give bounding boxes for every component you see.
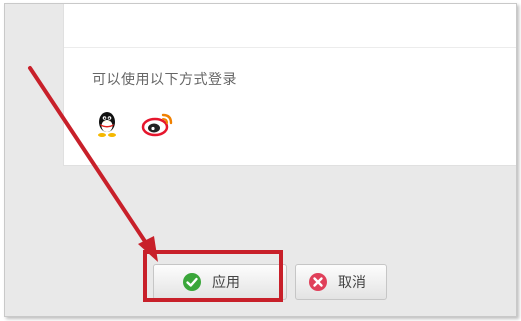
cancel-button-label: 取消 <box>338 275 366 291</box>
close-circle-icon <box>309 273 327 291</box>
apply-button[interactable]: 应用 <box>153 264 287 300</box>
cancel-button[interactable]: 取消 <box>295 264 387 300</box>
check-icon <box>183 273 201 291</box>
screenshot-frame: 可以使用以下方式登录 应用 取消 <box>4 3 517 317</box>
weibo-icon[interactable] <box>141 110 175 138</box>
login-prompt-text: 可以使用以下方式登录 <box>92 72 237 88</box>
panel-divider <box>64 47 516 48</box>
qq-penguin-icon[interactable] <box>94 110 120 138</box>
apply-button-label: 应用 <box>212 275 240 291</box>
login-options-panel: 可以使用以下方式登录 <box>63 4 516 166</box>
